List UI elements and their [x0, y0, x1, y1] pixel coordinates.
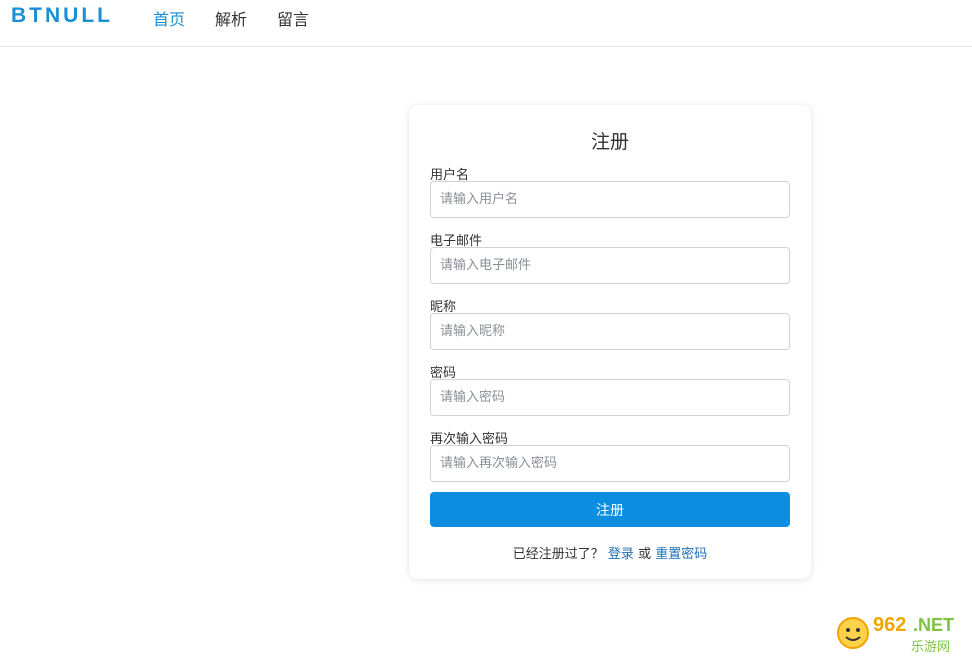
site-logo[interactable]: BTNULL: [11, 4, 113, 28]
site-watermark-logo: 962 .NET 乐游网: [833, 609, 969, 655]
nav-message-link[interactable]: 留言: [277, 6, 309, 30]
top-navigation-bar: BTNULL 首页 解析 留言: [0, 0, 972, 47]
login-prompt: 已经注册过了？ 登录 或 重置密码: [409, 543, 811, 562]
already-registered-text: 已经注册过了？: [512, 547, 604, 562]
svg-text:.NET: .NET: [913, 615, 954, 635]
svg-text:962: 962: [873, 614, 906, 636]
nav-parse-link[interactable]: 解析: [215, 6, 247, 30]
email-input[interactable]: [430, 247, 790, 284]
page-title: 注册: [590, 131, 629, 153]
register-button[interactable]: 注册: [430, 492, 790, 527]
or-text: 或: [638, 547, 652, 562]
username-input[interactable]: [430, 181, 790, 218]
login-link[interactable]: 登录: [608, 547, 634, 562]
password-input[interactable]: [430, 379, 790, 416]
reset-password-link[interactable]: 重置密码: [655, 547, 707, 562]
nickname-input[interactable]: [430, 313, 790, 350]
svg-text:乐游网: 乐游网: [911, 640, 950, 655]
confirm-password-input[interactable]: [430, 445, 790, 482]
nav-home-link[interactable]: 首页: [153, 6, 185, 30]
